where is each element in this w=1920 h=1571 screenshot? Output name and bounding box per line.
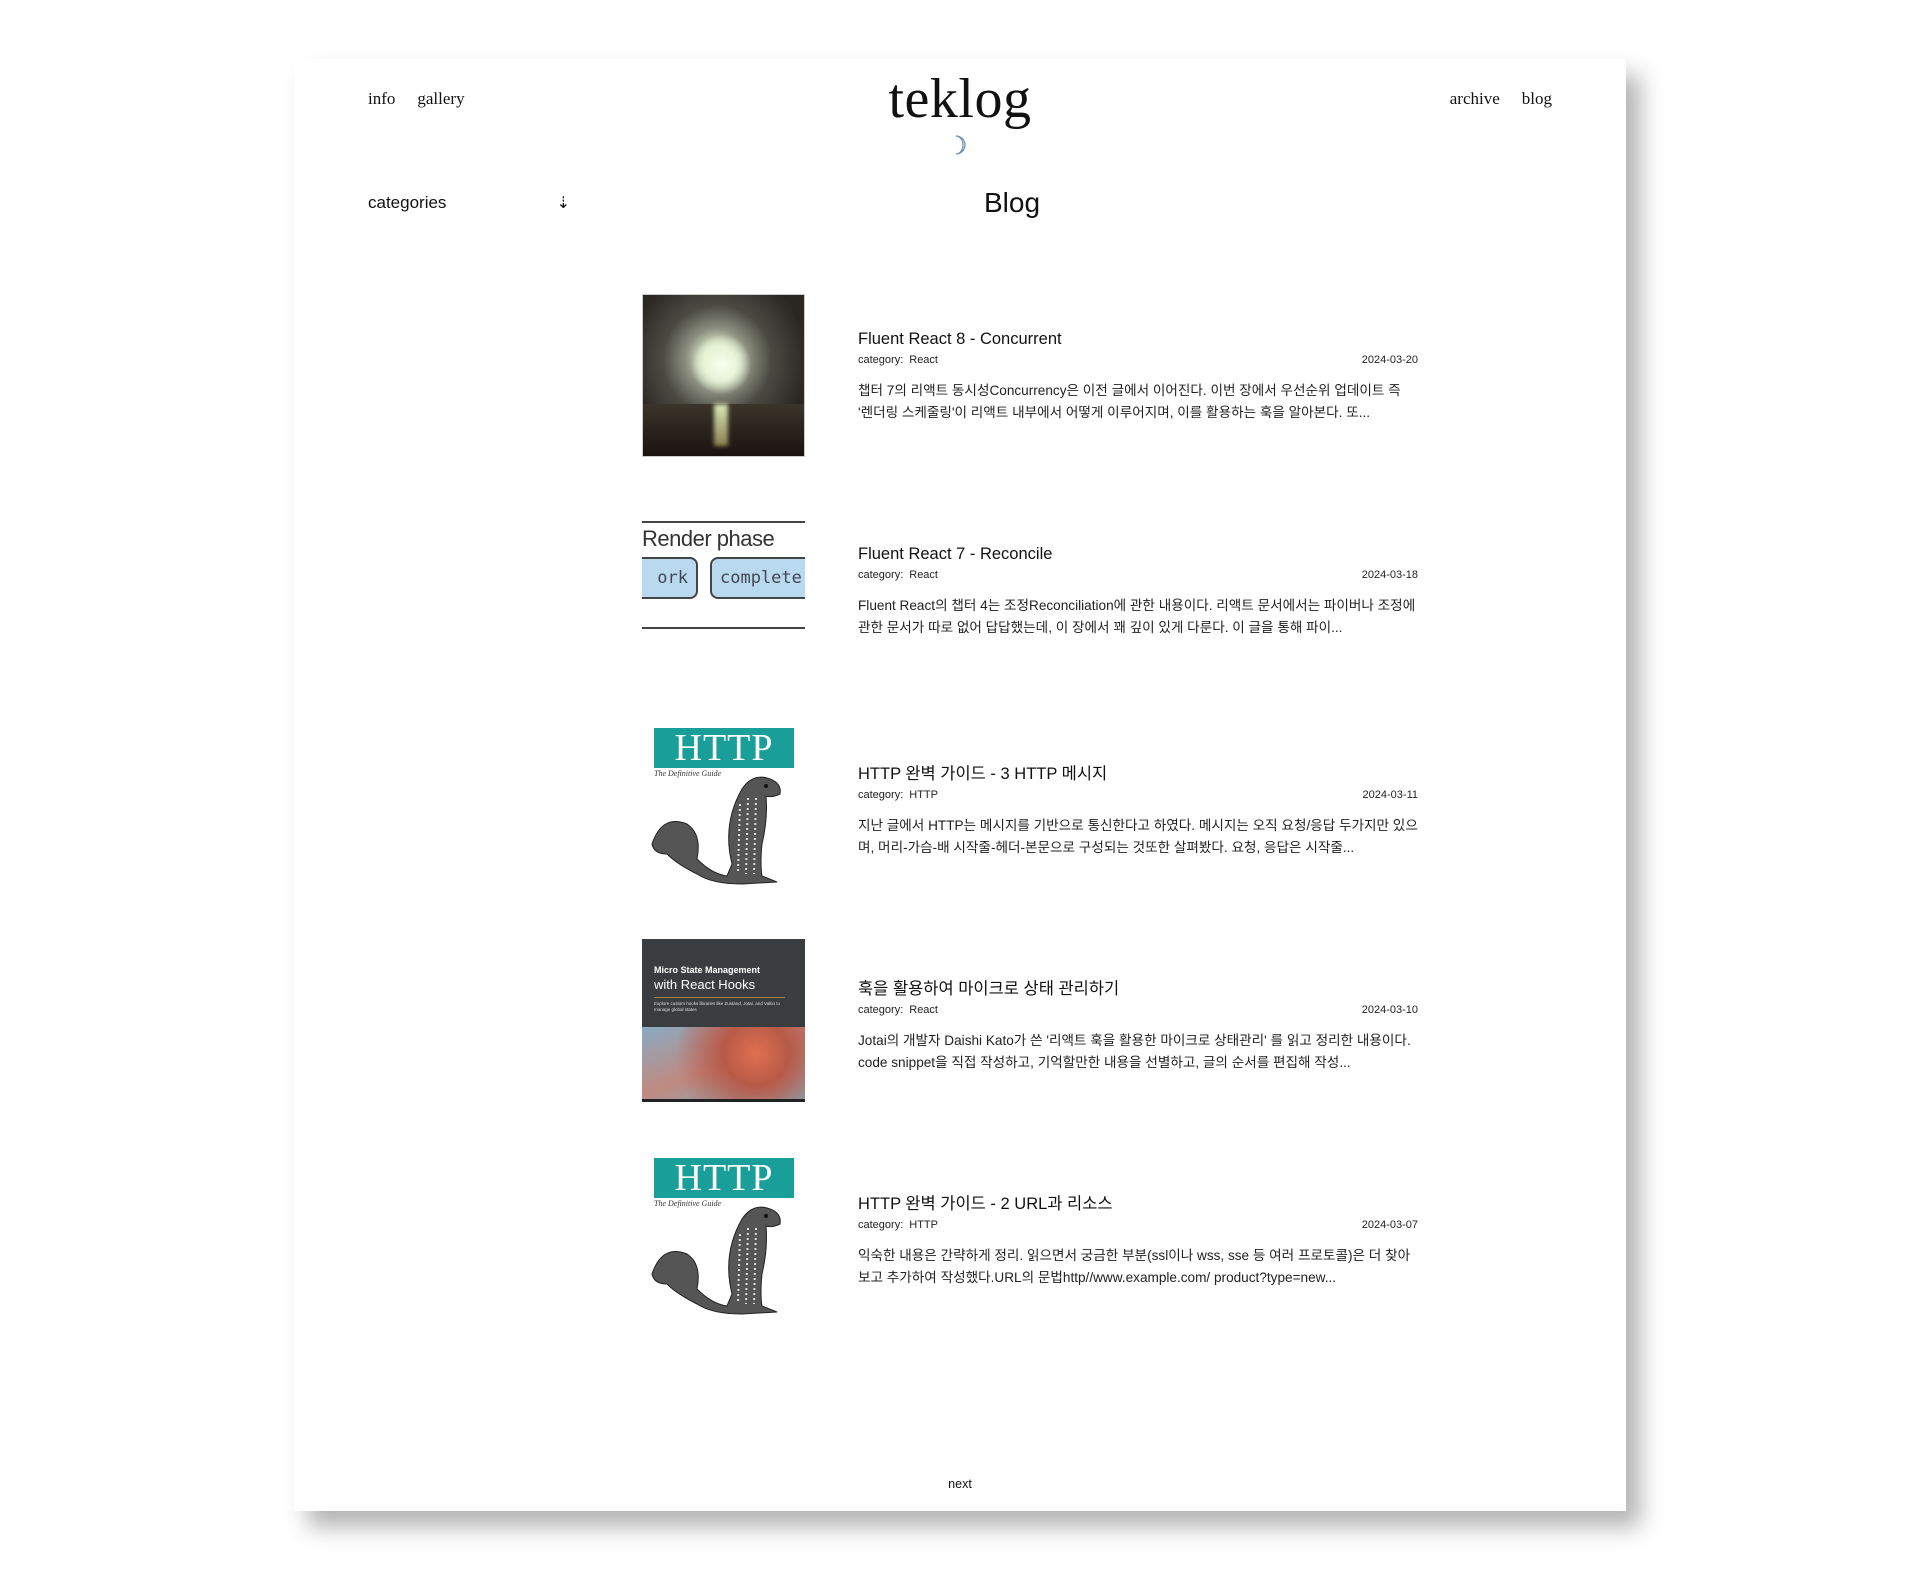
- http-book-cover: HTTP The Definitive Guide: [642, 724, 805, 887]
- category-prefix: category:: [858, 1004, 904, 1016]
- post-title[interactable]: Fluent React 7 - Reconcile: [858, 545, 1418, 564]
- post-excerpt: Fluent React의 챕터 4는 조정Reconciliation에 관한…: [858, 598, 1416, 635]
- post-title[interactable]: 훅을 활용하여 마이크로 상태 관리하기: [858, 975, 1418, 999]
- post-category[interactable]: React: [909, 1004, 938, 1016]
- post-body: HTTP 완벽 가이드 - 3 HTTP 메시지 category: HTTP 2…: [858, 760, 1418, 859]
- nav-archive-link[interactable]: archive: [1450, 89, 1500, 109]
- book-cover-description: Explore custom hooks libraries like Zust…: [654, 1001, 780, 1012]
- post-category[interactable]: HTTP: [909, 789, 938, 801]
- page-card: info gallery teklog archive blog categor…: [294, 59, 1626, 1511]
- http-book-cover: HTTP The Definitive Guide: [642, 1154, 805, 1317]
- categories-label: categories: [368, 193, 447, 212]
- post-date: 2024-03-10: [1361, 1004, 1418, 1016]
- book-cover-subtitle: with React Hooks: [654, 977, 756, 992]
- category-prefix: category:: [858, 569, 904, 581]
- http-cover-title: HTTP: [654, 1158, 794, 1198]
- categories-header[interactable]: categories ⇣: [368, 193, 578, 213]
- post-meta: category: HTTP 2024-03-07: [858, 1219, 1418, 1231]
- category-prefix: category:: [858, 789, 904, 801]
- render-phase-box-1: ork: [642, 557, 698, 599]
- sidebar: categories ⇣: [368, 193, 578, 213]
- post-excerpt: 챕터 7의 리액트 동시성Concurrency은 이전 글에서 이어진다. 이…: [858, 383, 1401, 420]
- post-item[interactable]: Render phase ork complete Fluent React 7…: [642, 509, 1432, 724]
- post-list: Fluent React 8 - Concurrent category: Rea…: [642, 294, 1432, 1369]
- post-meta: category: React 2024-03-18: [858, 569, 1418, 581]
- post-title[interactable]: HTTP 완벽 가이드 - 3 HTTP 메시지: [858, 760, 1418, 784]
- post-date: 2024-03-18: [1361, 569, 1418, 581]
- sunset-moon-image: [642, 294, 805, 457]
- post-body: 훅을 활용하여 마이크로 상태 관리하기 category: React 2024…: [858, 975, 1418, 1074]
- render-phase-diagram: Render phase ork complete: [642, 509, 805, 672]
- nav-right: archive blog: [1450, 89, 1552, 109]
- post-body: Fluent React 8 - Concurrent category: Rea…: [858, 330, 1418, 424]
- post-title[interactable]: Fluent React 8 - Concurrent: [858, 330, 1418, 349]
- post-item[interactable]: HTTP The Definitive Guide HTTP 완벽 가이드 - …: [642, 724, 1432, 939]
- post-item[interactable]: HTTP The Definitive Guide HTTP 완벽 가이드 - …: [642, 1154, 1432, 1369]
- render-phase-heading: Render phase: [642, 526, 775, 551]
- nav-blog-link[interactable]: blog: [1522, 89, 1552, 109]
- book-cover-title: Micro State Management: [654, 965, 761, 975]
- category-prefix: category:: [858, 1219, 904, 1231]
- post-meta: category: HTTP 2024-03-11: [858, 789, 1418, 801]
- site-title[interactable]: teklog: [294, 67, 1626, 131]
- post-date: 2024-03-07: [1361, 1219, 1418, 1231]
- post-meta: category: React 2024-03-10: [858, 1004, 1418, 1016]
- dotted-arrow-down-icon[interactable]: ⇣: [557, 193, 570, 213]
- squirrel-illustration: [651, 1206, 781, 1315]
- next-page-link[interactable]: next: [294, 1477, 1626, 1491]
- http-cover-title: HTTP: [654, 728, 794, 768]
- page-title: Blog: [983, 187, 1041, 218]
- post-title[interactable]: HTTP 완벽 가이드 - 2 URL과 리소스: [858, 1190, 1418, 1214]
- category-prefix: category:: [858, 354, 904, 366]
- post-excerpt: Jotai의 개발자 Daishi Kato가 쓴 '리액트 훅을 활용한 마이…: [858, 1033, 1411, 1070]
- post-body: Fluent React 7 - Reconcile category: Reac…: [858, 545, 1418, 639]
- micro-state-book-cover: Micro State Management with React Hooks …: [642, 939, 805, 1102]
- post-date: 2024-03-11: [1362, 789, 1418, 801]
- post-body: HTTP 완벽 가이드 - 2 URL과 리소스 category: HTTP 2…: [858, 1190, 1418, 1289]
- post-item[interactable]: Fluent React 8 - Concurrent category: Rea…: [642, 294, 1432, 509]
- squirrel-illustration: [651, 776, 781, 885]
- post-date: 2024-03-20: [1361, 354, 1418, 366]
- moon-icon[interactable]: [950, 133, 970, 157]
- post-item[interactable]: Micro State Management with React Hooks …: [642, 939, 1432, 1154]
- post-category[interactable]: React: [909, 354, 938, 366]
- post-excerpt: 지난 글에서 HTTP는 메시지를 기반으로 통신한다고 하였다. 메시지는 오…: [858, 818, 1418, 855]
- post-category[interactable]: HTTP: [909, 1219, 938, 1231]
- post-excerpt: 익숙한 내용은 간략하게 정리. 읽으면서 궁금한 부분(ssl이나 wss, …: [858, 1248, 1411, 1285]
- post-category[interactable]: React: [909, 569, 938, 581]
- render-phase-box-2: complete: [710, 557, 805, 599]
- post-meta: category: React 2024-03-20: [858, 354, 1418, 366]
